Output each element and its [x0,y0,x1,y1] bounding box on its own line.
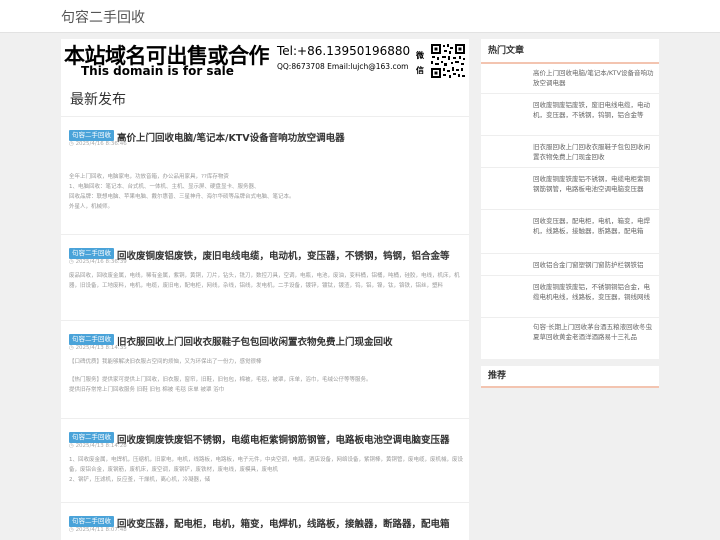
excerpt-line: 废品回收，回收废金属，电线，稀有金属，紫铜，黄铜，刀片，钻头，铣刀，数控刀具，空… [69,273,460,289]
hot-article-item[interactable]: 回收变压器，配电柜，电机，箱变，电焊机，线路板，接触器，断路器，配电箱 [481,210,659,254]
hot-article-link[interactable]: 回收废铜废铁废铝，不锈钢铜铝合金，电缆电机电线，线路板，变压器，铜线网线 [533,282,655,302]
hot-article-link[interactable]: 回收变压器，配电柜，电机，箱变，电焊机，线路板，接触器，断路器，配电箱 [533,216,655,236]
domain-sale-banner: 本站域名可出售或合作 This domain is for sale Tel:+… [61,39,469,82]
banner-phone: Tel:+86.13950196880 [277,44,411,58]
hot-article-item[interactable]: 回收废铜废铝废铁，废旧电线电缆，电动机，变压器，不锈钢，钨钢，铝合金等 [481,94,659,136]
excerpt-line: 【热门服务】提供家可提供上门回收，旧衣服，窗帘，旧鞋，旧包包，棉被，毛毯，被罩，… [69,377,372,383]
post-excerpt: 【口碑优质】我能够解决旧衣服占空间的烦恼，又为环保出了一份力，感觉很棒 【热门服… [69,357,463,395]
category-badge[interactable]: 句容二手回收 [69,516,114,527]
hot-article-link[interactable]: 回收铝合金门窗塑钢门窗防护栏钢铁铝 [533,260,655,270]
recommended-heading: 推荐 [481,366,659,388]
category-badge[interactable]: 句容二手回收 [69,432,114,443]
post-item: 句容二手回收 回收废铜废铁废铝不锈钢，电缆电柜紫铜钢筋钢管，电路板电池空调电脑变… [61,418,469,502]
excerpt-line: 【口碑优质】我能够解决旧衣服占空间的烦恼，又为环保出了一份力，感觉很棒 [69,359,262,365]
hot-article-link[interactable]: 回收废铜废铝废铁，废旧电线电缆，电动机，变压器，不锈钢，钨钢，铝合金等 [533,100,655,120]
post-date-text: 2025/4/11 8:07:48 [75,527,127,533]
article-thumbnail [489,256,529,274]
hot-articles-panel: 热门文章 高价上门回收电脑/笔记本/KTV设备音响功放空调电器 回收废铜废铝废铁… [481,39,659,359]
post-item: 句容二手回收 旧衣服回收上门回收衣服鞋子包包回收闲置衣物免费上门现金回收 ◷ 2… [61,320,469,418]
post-date: ◷ 2025/4/11 8:07:48 [69,527,127,533]
category-badge[interactable]: 句容二手回收 [69,248,114,259]
post-excerpt: 废品回收，回收废金属，电线，稀有金属，紫铜，黄铜，刀片，钻头，铣刀，数控刀具，空… [69,271,463,291]
clock-icon: ◷ [69,141,74,147]
main-content: 本站域名可出售或合作 This domain is for sale Tel:+… [61,39,469,540]
post-title-link[interactable]: 回收废铜废铁废铝不锈钢，电缆电柜紫铜钢筋钢管，电路板电池空调电脑变压器 [117,432,450,446]
category-badge[interactable]: 句容二手回收 [69,130,114,141]
post-date: ◷ 2025/4/13 8:14:35 [69,345,127,351]
banner-headline-en: This domain is for sale [81,64,234,78]
post-date-text: 2025/4/16 8:36:39 [75,259,127,265]
wechat-label: 微信 [416,51,424,75]
excerpt-line: 提供旧存常常上门回收服务 旧鞋 旧包 棉被 毛毯 床单 被罩 浴巾 [69,387,225,393]
category-badge[interactable]: 句容二手回收 [69,334,114,345]
hot-article-item[interactable]: 回收铝合金门窗塑钢门窗防护栏钢铁铝 [481,254,659,276]
hot-article-item[interactable]: 句容·长期上门回收茅台酒五粮液回收冬虫夏草回收黄金老酒洋酒路易十三礼品 [481,318,659,358]
hot-article-link[interactable]: 高价上门回收电脑/笔记本/KTV设备音响功放空调电器 [533,68,655,88]
clock-icon: ◷ [69,443,74,449]
banner-contact: QQ:8673708 Email:lujch@163.com [277,62,409,71]
hot-article-link[interactable]: 句容·长期上门回收茅台酒五粮液回收冬虫夏草回收黄金老酒洋酒路易十三礼品 [533,322,655,342]
excerpt-line: 1、回收废金属，电焊机，压缩机，旧家电，电机，线路板，电路板，电子元件，中央空调… [69,457,464,473]
post-title-link[interactable]: 回收变压器，配电柜，电机，箱变，电焊机，线路板，接触器，断路器，配电箱 [117,516,450,530]
excerpt-line: 回收品牌：联想电脑、苹果电脑、戴尔惠普、三星神舟、海尔华硕等品牌台式电脑、笔记本… [69,194,295,200]
article-thumbnail [489,282,529,312]
top-header: 句容二手回收 [0,0,720,33]
post-item: 句容二手回收 回收变压器，配电柜，电机，箱变，电焊机，线路板，接触器，断路器，配… [61,502,469,540]
hot-article-item[interactable]: 高价上门回收电脑/笔记本/KTV设备音响功放空调电器 [481,64,659,94]
post-item: 句容二手回收 高价上门回收电脑/笔记本/KTV设备音响功放空调电器 ◷ 2025… [61,116,469,234]
post-excerpt: 1、回收废金属，电焊机，压缩机，旧家电，电机，线路板，电路板，电子元件，中央空调… [69,455,463,485]
excerpt-line: 全年上门回收，电脑家电，功放音箱，办公品用家具，??库存物资 [69,174,229,180]
post-title-link[interactable]: 旧衣服回收上门回收衣服鞋子包包回收闲置衣物免费上门现金回收 [117,334,393,348]
hot-articles-heading: 热门文章 [481,39,659,64]
clock-icon: ◷ [69,259,74,265]
clock-icon: ◷ [69,345,74,351]
article-thumbnail [489,217,529,247]
article-thumbnail [489,139,529,165]
excerpt-line: 外星人，机械师。 [69,204,114,210]
article-thumbnail [489,100,529,130]
post-list: 句容二手回收 高价上门回收电脑/笔记本/KTV设备音响功放空调电器 ◷ 2025… [61,116,469,540]
article-thumbnail [489,174,529,204]
excerpt-line: 2、钢铲，压滤机，反应釜，干燥机，离心机，冷凝器，储 [69,477,211,483]
latest-posts-heading: 最新发布 [70,92,126,108]
hot-article-item[interactable]: 回收废铜废铁废铝，不锈钢铜铝合金，电缆电机电线，线路板，变压器，铜线网线 [481,276,659,318]
article-thumbnail [489,323,529,353]
post-date: ◷ 2025/4/16 8:36:46 [69,141,127,147]
article-thumbnail [489,66,529,90]
post-title-link[interactable]: 高价上门回收电脑/笔记本/KTV设备音响功放空调电器 [117,130,345,144]
site-title-link[interactable]: 句容二手回收 [61,7,145,27]
hot-article-item[interactable]: 回收废铜废铁废铝不锈钢，电缆电柜紫铜钢筋钢管，电路板电池空调电脑变压器 [481,168,659,210]
post-excerpt: 全年上门回收，电脑家电，功放音箱，办公品用家具，??库存物资 1、电脑回收：笔记… [69,172,463,212]
recommended-panel: 推荐 [481,366,659,388]
post-date: ◷ 2025/4/13 8:14:28 [69,443,127,449]
qr-code-icon [430,43,466,79]
hot-articles-list: 高价上门回收电脑/笔记本/KTV设备音响功放空调电器 回收废铜废铝废铁，废旧电线… [481,64,659,358]
post-date: ◷ 2025/4/16 8:36:39 [69,259,127,265]
clock-icon: ◷ [69,527,74,533]
post-item: 句容二手回收 回收废铜废铝废铁，废旧电线电缆，电动机，变压器，不锈钢，钨钢，铝合… [61,234,469,320]
post-date-text: 2025/4/13 8:14:28 [75,443,127,449]
post-title-link[interactable]: 回收废铜废铝废铁，废旧电线电缆，电动机，变压器，不锈钢，钨钢，铝合金等 [117,248,450,262]
post-date-text: 2025/4/13 8:14:35 [75,345,127,351]
hot-article-link[interactable]: 回收废铜废铁废铝不锈钢，电缆电柜紫铜钢筋钢管，电路板电池空调电脑变压器 [533,174,655,194]
hot-article-item[interactable]: 旧衣服回收上门回收衣服鞋子包包回收闲置衣物免费上门现金回收 [481,136,659,168]
excerpt-line: 1、电脑回收：笔记本、台式机、一体机、主机、显示屏、硬盘显卡、服务器、 [69,184,260,190]
hot-article-link[interactable]: 旧衣服回收上门回收衣服鞋子包包回收闲置衣物免费上门现金回收 [533,142,655,162]
post-date-text: 2025/4/16 8:36:46 [75,141,127,147]
